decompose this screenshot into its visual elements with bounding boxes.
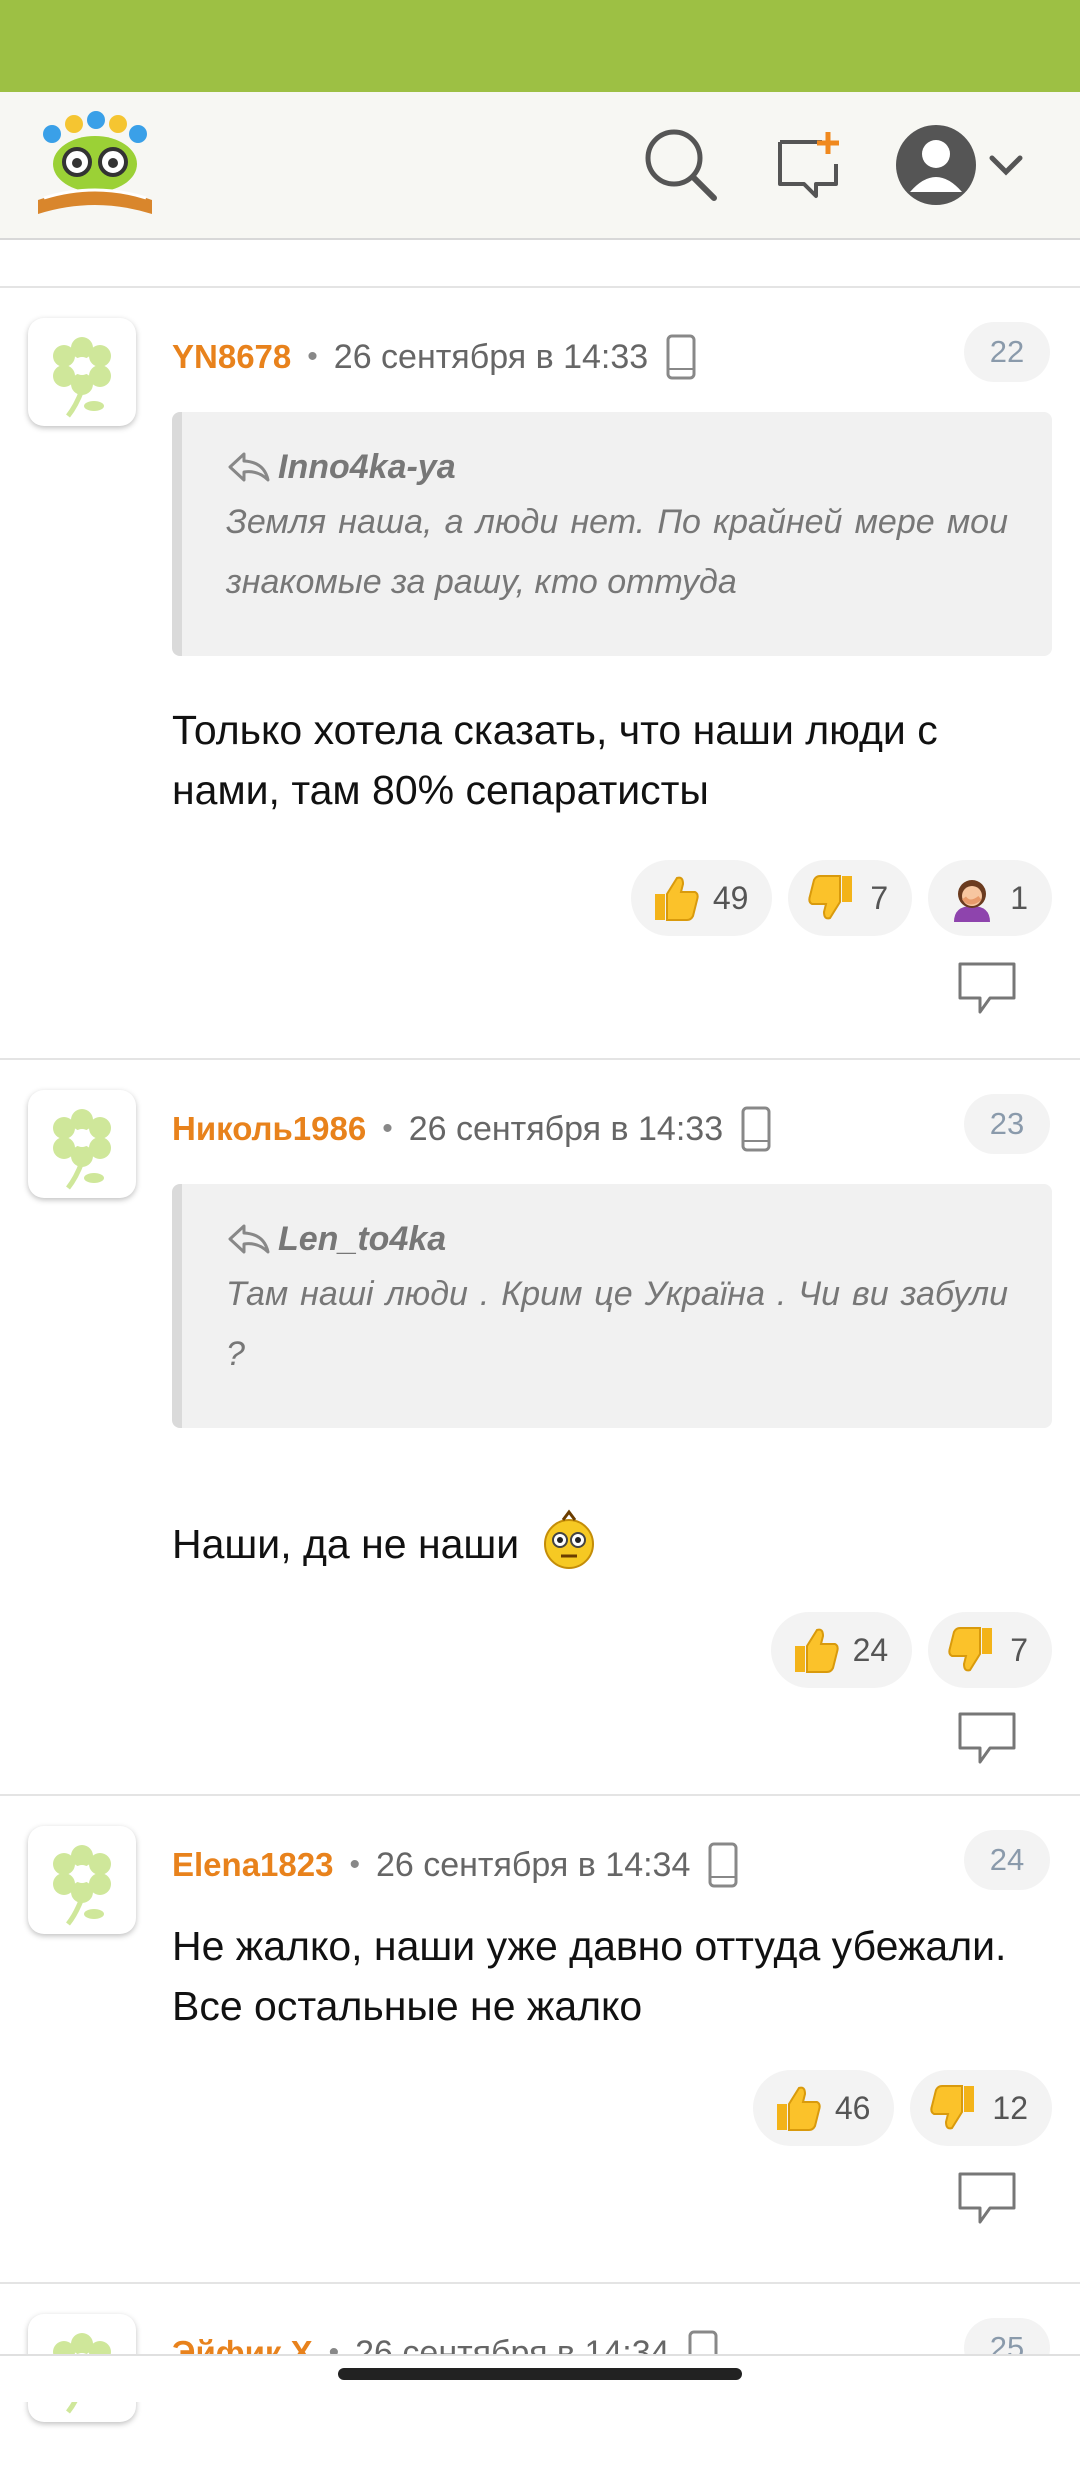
like-count: 49 xyxy=(712,879,749,916)
user-avatar[interactable] xyxy=(28,1826,136,1934)
home-indicator[interactable] xyxy=(338,2368,742,2380)
username[interactable]: Elena1823 xyxy=(172,1846,333,1884)
comment-feed: YN8678 • 26 сентября в 14:33 22 Inno4ka-… xyxy=(0,240,1080,2484)
quote-text: Земля наша, а люди нет. По крайней мере … xyxy=(226,503,1008,601)
comment-bubble-icon xyxy=(958,2172,1016,2224)
thumbs-up-icon xyxy=(649,872,701,924)
quote-author[interactable]: Inno4ka-ya xyxy=(278,448,456,487)
thumbs-down-icon xyxy=(946,1624,998,1676)
dislike-button[interactable]: 12 xyxy=(910,2070,1052,2146)
comment-item: YN8678 • 26 сентября в 14:33 22 Inno4ka-… xyxy=(0,288,1080,1060)
separator: • xyxy=(349,1848,360,1881)
separator: • xyxy=(382,1112,393,1145)
like-button[interactable]: 24 xyxy=(770,1612,913,1688)
like-count: 46 xyxy=(834,2089,871,2126)
new-post-icon xyxy=(778,132,839,198)
username[interactable]: YN8678 xyxy=(172,338,291,376)
comment-item: Elena1823 • 26 сентября в 14:34 24 Не жа… xyxy=(0,1796,1080,2284)
dislike-count: 12 xyxy=(992,2089,1028,2126)
username[interactable]: Николь1986 xyxy=(172,1110,366,1148)
suspicious-smiley-icon xyxy=(541,1508,597,1586)
flower-avatar-icon xyxy=(53,1109,111,1190)
reply-button[interactable] xyxy=(956,2170,1018,2226)
reply-arrow-icon xyxy=(228,1224,270,1254)
comment-number[interactable]: 23 xyxy=(964,1094,1050,1154)
thumbs-up-icon xyxy=(771,2082,823,2134)
timestamp: 26 сентября в 14:33 xyxy=(408,1109,724,1148)
reply-button[interactable] xyxy=(956,960,1018,1016)
reactions-bar: 49 7 1 xyxy=(630,860,1052,936)
comment-number[interactable]: 22 xyxy=(964,322,1050,382)
quote-author[interactable]: Len_to4ka xyxy=(278,1220,446,1259)
comment-text: Только хотела сказать, что наши люди с н… xyxy=(172,707,938,813)
dislike-button[interactable]: 7 xyxy=(788,860,913,936)
chevron-down-icon xyxy=(989,155,1023,176)
quote-block: Len_to4ka Там наші люди . Крим це Україн… xyxy=(172,1184,1052,1428)
mobile-device-icon xyxy=(708,1842,738,1888)
quote-block: Inno4ka-ya Земля наша, а люди нет. По кр… xyxy=(172,412,1052,656)
dislike-button[interactable]: 7 xyxy=(928,1612,1052,1688)
thumbs-down-icon xyxy=(928,2082,980,2134)
flower-avatar-icon xyxy=(53,337,111,418)
timestamp: 26 сентября в 14:33 xyxy=(333,337,649,376)
separator: • xyxy=(307,340,318,373)
comment-text: Не жалко, наши уже давно оттуда убежали.… xyxy=(172,1923,1007,2029)
status-bar xyxy=(0,0,1080,92)
site-logo[interactable] xyxy=(30,110,160,220)
profile-menu-button[interactable] xyxy=(896,120,1036,210)
comment-text: Наши, да не наши xyxy=(172,1508,1042,1586)
mobile-device-icon xyxy=(741,1106,771,1152)
flower-avatar-icon xyxy=(53,1845,111,1926)
timestamp: 26 сентября в 14:34 xyxy=(375,1845,691,1884)
reactions-bar: 24 7 xyxy=(770,1612,1052,1688)
dislike-count: 7 xyxy=(1010,1631,1028,1668)
search-icon xyxy=(645,129,717,201)
thumbs-up-icon xyxy=(789,1624,841,1676)
quote-text: Там наші люди . Крим це Україна . Чи ви … xyxy=(226,1275,1008,1373)
dislike-count: 7 xyxy=(870,879,889,916)
search-button[interactable] xyxy=(636,120,726,210)
comment-item: Николь1986 • 26 сентября в 14:33 23 Len_… xyxy=(0,1060,1080,1796)
facepalm-reaction-button[interactable]: 1 xyxy=(928,860,1052,936)
facepalm-count: 1 xyxy=(1010,879,1028,916)
user-avatar[interactable] xyxy=(28,1090,136,1198)
facepalm-woman-icon xyxy=(946,872,998,924)
user-avatar[interactable] xyxy=(28,318,136,426)
comment-number[interactable]: 24 xyxy=(964,1830,1050,1890)
thumbs-down-icon xyxy=(806,872,858,924)
divider xyxy=(0,240,1080,288)
comment-bubble-icon xyxy=(958,962,1016,1014)
like-button[interactable]: 49 xyxy=(630,860,773,936)
new-post-button[interactable] xyxy=(766,120,856,210)
comment-text-content: Наши, да не наши xyxy=(172,1520,520,1567)
app-header xyxy=(0,92,1080,240)
like-button[interactable]: 46 xyxy=(752,2070,895,2146)
mobile-device-icon xyxy=(666,334,696,380)
reply-arrow-icon xyxy=(228,452,270,482)
user-avatar-icon xyxy=(896,125,976,205)
reactions-bar: 46 12 xyxy=(752,2070,1052,2146)
reply-button[interactable] xyxy=(956,1710,1018,1766)
like-count: 24 xyxy=(852,1631,889,1668)
comment-bubble-icon xyxy=(958,1712,1016,1764)
